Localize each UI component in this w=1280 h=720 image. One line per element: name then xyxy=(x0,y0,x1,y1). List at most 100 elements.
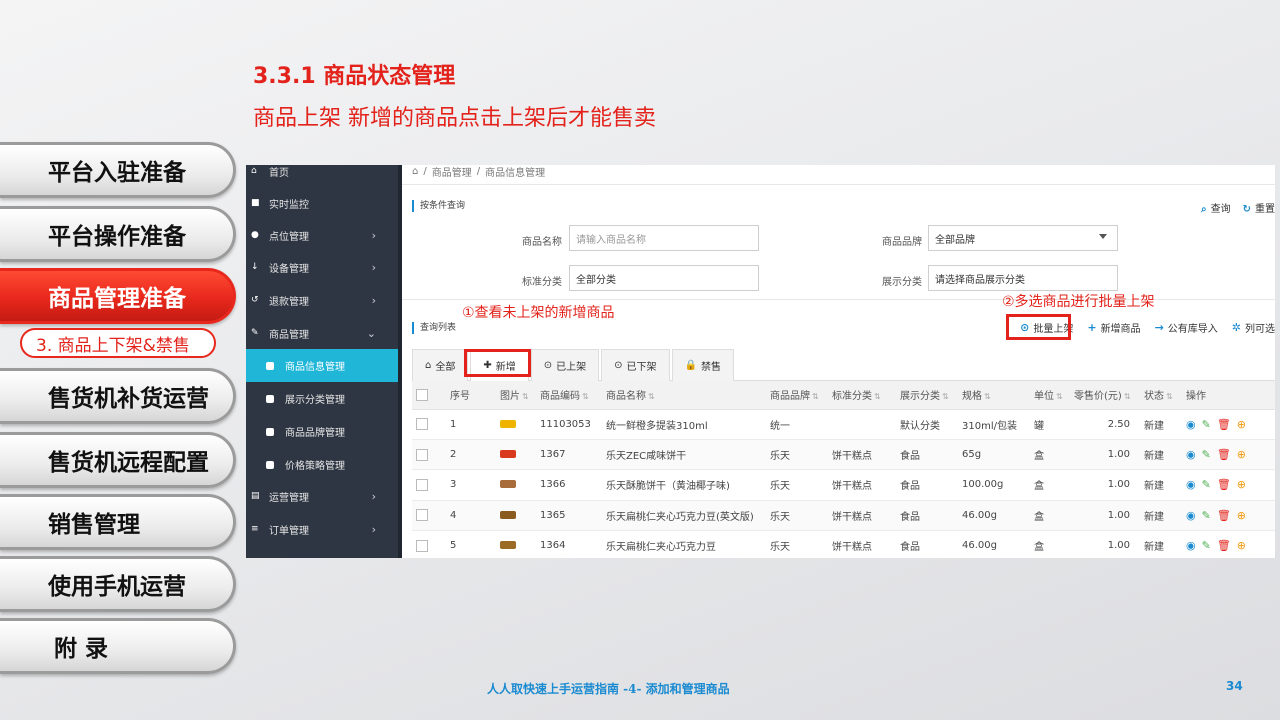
row-checkbox[interactable] xyxy=(416,509,428,522)
trash-icon[interactable]: 🗑 xyxy=(1217,418,1231,431)
cell-unit: 盒 xyxy=(1030,530,1070,558)
cell-code: 1367 xyxy=(536,439,602,471)
sort-icon: ⇅ xyxy=(522,392,529,402)
home-icon[interactable]: ⌂ xyxy=(412,166,418,177)
view-icon[interactable]: ◉ xyxy=(1186,418,1196,431)
product-name-input[interactable]: 请输入商品名称 xyxy=(569,225,759,251)
chapter-platform-entry[interactable]: 平台入驻准备 xyxy=(0,142,236,198)
view-icon[interactable]: ◉ xyxy=(1186,509,1196,522)
cell-price: 1.00 xyxy=(1070,530,1140,558)
cell-unit: 盒 xyxy=(1030,439,1070,471)
col-header[interactable]: 商品编码 ⇅ xyxy=(536,381,602,410)
trash-icon[interactable]: 🗑 xyxy=(1217,478,1231,491)
tab-all[interactable]: ⌂ 全部 xyxy=(412,349,469,381)
pencil-icon[interactable]: ✎ xyxy=(1202,448,1211,461)
col-header[interactable]: 图片 ⇅ xyxy=(496,381,536,410)
chapter-sales[interactable]: 销售管理 xyxy=(0,494,236,550)
col-header[interactable]: 商品品牌 ⇅ xyxy=(766,381,828,410)
sidebar-item-home[interactable]: ⌂ 首页 xyxy=(246,165,398,187)
trash-icon[interactable]: 🗑 xyxy=(1217,539,1231,552)
cell-price: 2.50 xyxy=(1070,409,1140,440)
cell-std-category xyxy=(828,409,896,440)
sidebar-subitem-pricing[interactable]: 价格策略管理 xyxy=(246,448,398,481)
tab-on-shelf[interactable]: ⊙ 已上架 xyxy=(530,349,600,381)
view-icon[interactable]: ◉ xyxy=(1186,478,1196,491)
row-checkbox[interactable] xyxy=(416,448,428,461)
col-header[interactable]: 标准分类 ⇅ xyxy=(828,381,896,410)
table-row[interactable]: 3 1366 乐天酥脆饼干（黄油椰子味) 乐天 饼干糕点 食品 100.00g 盒 1.00 新建… xyxy=(412,469,1275,501)
col-header[interactable]: 展示分类 ⇅ xyxy=(896,381,958,410)
chevron-right-icon: › xyxy=(371,228,376,242)
circle-icon: ⊙ xyxy=(543,360,553,371)
trash-icon[interactable]: 🗑 xyxy=(1217,509,1231,522)
display-category-input[interactable]: 请选择商品展示分类 xyxy=(928,265,1118,291)
chapter-restock[interactable]: 售货机补货运营 xyxy=(0,368,236,424)
select-all-checkbox[interactable] xyxy=(416,388,428,401)
sidebar-item-refund[interactable]: ↺ 退款管理 › xyxy=(246,284,398,316)
breadcrumb-item[interactable]: 商品管理 xyxy=(432,165,472,179)
chapter-appendix[interactable]: 附 录 xyxy=(0,618,236,674)
pencil-icon[interactable]: ✎ xyxy=(1202,418,1211,431)
add-product-button[interactable]: + 新增商品 xyxy=(1087,320,1140,335)
col-header[interactable]: 规格 ⇅ xyxy=(958,381,1030,410)
row-checkbox[interactable] xyxy=(416,539,428,552)
reset-button[interactable]: ↻ 重置 xyxy=(1243,200,1275,215)
col-header[interactable]: 商品名称 ⇅ xyxy=(602,381,766,410)
brand-select[interactable]: 全部品牌 xyxy=(928,225,1118,251)
gear-icon: ✲ xyxy=(1231,321,1241,334)
arrow-up-circle-icon[interactable]: ⊕ xyxy=(1237,418,1246,431)
trash-icon[interactable]: 🗑 xyxy=(1217,448,1231,461)
col-header[interactable]: 零售价(元) ⇅ xyxy=(1070,381,1140,410)
sidebar-item-product[interactable]: ✎ 商品管理 ⌄ xyxy=(246,317,398,349)
circle-icon: ⊙ xyxy=(614,360,623,371)
chapter-mobile[interactable]: 使用手机运营 xyxy=(0,556,236,612)
pencil-icon[interactable]: ✎ xyxy=(1202,478,1211,491)
arrow-up-circle-icon[interactable]: ⊕ xyxy=(1237,478,1246,491)
sidebar-subitem-brand[interactable]: 商品品牌管理 xyxy=(246,415,398,448)
chapter-sub-item[interactable]: 3. 商品上下架&禁售 xyxy=(20,328,216,358)
tab-off-shelf[interactable]: ⊙ 已下架 xyxy=(601,349,670,381)
cell-no: 5 xyxy=(446,530,496,558)
view-icon[interactable]: ◉ xyxy=(1186,448,1196,461)
sidebar-item-orders[interactable]: ≡ 订单管理 › xyxy=(246,513,398,545)
col-header[interactable]: 状态 ⇅ xyxy=(1140,381,1182,410)
import-button[interactable]: → 公有库导入 xyxy=(1155,320,1218,335)
col-header: 序号 xyxy=(446,381,496,410)
product-thumbnail xyxy=(500,480,516,489)
arrow-up-circle-icon[interactable]: ⊕ xyxy=(1237,539,1246,552)
arrow-up-circle-icon[interactable]: ⊕ xyxy=(1237,509,1246,522)
search-button[interactable]: ⌕ 查询 xyxy=(1201,200,1231,215)
footer-text: 人人取快速上手运营指南 -4- 添加和管理商品 xyxy=(487,682,730,696)
sidebar-item-operations[interactable]: ▤ 运营管理 › xyxy=(246,480,398,512)
sidebar-subitem-display-category[interactable]: 展示分类管理 xyxy=(246,382,398,415)
tab-banned[interactable]: 🔒 禁售 xyxy=(671,349,734,381)
std-category-input[interactable]: 全部分类 xyxy=(569,265,759,291)
pencil-icon[interactable]: ✎ xyxy=(1202,509,1211,522)
chapter-platform-ops[interactable]: 平台操作准备 xyxy=(0,206,236,262)
sidebar-item-monitor[interactable]: ■ 实时监控 xyxy=(246,187,398,219)
row-checkbox[interactable] xyxy=(416,418,428,431)
edit-icon: ✎ xyxy=(251,328,259,338)
chapter-product-mgmt[interactable]: 商品管理准备 xyxy=(0,268,236,324)
chapter-remote-config[interactable]: 售货机远程配置 xyxy=(0,432,236,488)
sidebar-item-location[interactable]: ● 点位管理 › xyxy=(246,219,398,251)
table-row[interactable]: 4 1365 乐天扁桃仁夹心巧克力豆(英文版) 乐天 饼干糕点 食品 46.00g 盒 1.00… xyxy=(412,500,1275,532)
chevron-right-icon: › xyxy=(371,293,376,307)
pencil-icon[interactable]: ✎ xyxy=(1202,539,1211,552)
table-header-row: 序号 图片 ⇅ 商品编码 ⇅ 商品名称 ⇅ 商品品牌 ⇅ 标准分类 ⇅ 展示分类 ⇅ 规格 ⇅… xyxy=(412,381,1275,410)
cell-price: 1.00 xyxy=(1070,500,1140,532)
col-header[interactable]: 单位 ⇅ xyxy=(1030,381,1070,410)
row-checkbox[interactable] xyxy=(416,478,428,491)
cell-spec: 310ml/包装 xyxy=(958,409,1030,440)
columns-button[interactable]: ✲ 列可选 xyxy=(1232,320,1275,335)
table-row[interactable]: 2 1367 乐天ZEC咸味饼干 乐天 饼干糕点 食品 65g 盒 1.00 新建 ◉ ✎ 🗑 ⊕ xyxy=(412,439,1275,471)
table-row[interactable]: 1 11103053 统一鲜橙多提装310ml 统一 默认分类 310ml/包装罐 2.50… xyxy=(412,409,1275,440)
cell-no: 3 xyxy=(446,469,496,501)
table-row[interactable]: 5 1364 乐天扁桃仁夹心巧克力豆 乐天 饼干糕点 食品 46.00g 盒 1.00 新建 ◉ ✎ 🗑… xyxy=(412,530,1275,558)
arrow-up-circle-icon[interactable]: ⊕ xyxy=(1237,448,1246,461)
sidebar-item-label: 实时监控 xyxy=(269,199,309,211)
sidebar-subitem-product-info[interactable]: 商品信息管理 xyxy=(246,349,398,382)
breadcrumb: ⌂ / 商品管理 / 商品信息管理 xyxy=(412,165,546,179)
view-icon[interactable]: ◉ xyxy=(1186,539,1196,552)
sidebar-item-device[interactable]: ↓ 设备管理 › xyxy=(246,251,398,283)
